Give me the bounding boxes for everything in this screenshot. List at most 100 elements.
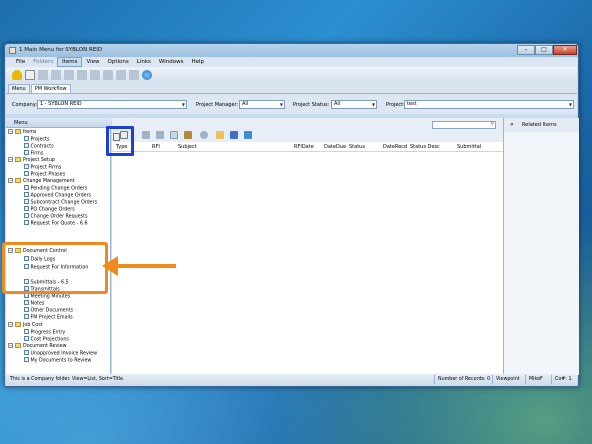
tree-folder-change-management[interactable]: Change Management [23,179,75,184]
cut-icon[interactable] [90,70,100,80]
menu-help[interactable]: Help [187,57,208,67]
app-name: Viewpoint [496,377,520,382]
close-button[interactable]: ✕ [553,45,577,55]
copy-icon[interactable] [142,131,150,139]
menu-options[interactable]: Options [104,57,133,67]
tree-item-project-phases[interactable]: Project Phases [31,173,66,178]
title-bar[interactable]: 1 Main Menu for SYBLON REID – □ ✕ [5,44,578,57]
menu-windows[interactable]: Windows [155,57,188,67]
document-icon [24,150,29,155]
user-name: MikeF [529,377,543,382]
list-view-icon[interactable] [116,70,126,80]
tree-folder-items[interactable]: Items [23,130,36,135]
attach-icon[interactable] [170,131,178,139]
new-document-icon [113,133,120,141]
tree-item-project-firms[interactable]: Project Firms [31,166,62,171]
tab-menu[interactable]: Menu [8,84,30,93]
tree-item-cost-projections[interactable]: Cost Projections [31,338,69,343]
tree-item-contracts[interactable]: Contracts [31,145,54,150]
delete-icon[interactable] [103,70,113,80]
tree-item-change-order-requests[interactable]: Change Order Requests [31,215,88,220]
settings-icon[interactable] [200,131,208,139]
chevron-down-icon: ▼ [568,102,572,107]
highlight-new-button [106,126,134,156]
status-message: This is a Company folder. View=List, Sor… [10,377,125,382]
status-divider [551,375,552,384]
tree-folder-document-review[interactable]: Document Review [23,344,67,349]
tree-item-subcontract-change-orders[interactable]: Subcontract Change Orders [31,201,98,206]
font-icon[interactable] [25,70,35,80]
lock-icon[interactable] [12,70,22,80]
minimize-button[interactable]: – [517,45,535,55]
column-status[interactable]: Status [349,142,365,152]
project-manager-label: Project Manager: [196,102,239,108]
menu-items[interactable]: Items [57,57,83,67]
columns-icon[interactable] [244,131,252,139]
flag-icon[interactable] [230,131,238,139]
related-items-header: » Related Items [504,118,579,132]
expand-panel-icon[interactable]: » [510,118,514,132]
document-icon [24,206,29,211]
tree-item-meeting-minutes[interactable]: Meeting Minutes [31,295,71,300]
column-rfidate[interactable]: RFIDate [294,142,314,152]
collapse-icon[interactable]: − [8,322,13,327]
document-icon [24,143,29,148]
column-daterecd[interactable]: DateRecd [383,142,407,152]
tree-item-unapproved-invoice-review[interactable]: Unapproved Invoice Review [31,352,98,357]
sort-icon[interactable] [129,70,139,80]
document-icon [24,192,29,197]
tree-item-request-for-quote[interactable]: Request For Quote - 6.6 [31,222,88,227]
main-toolbar [6,67,577,83]
column-status-desc[interactable]: Status Desc [410,142,440,152]
project-manager-select[interactable]: All ▼ [239,100,285,109]
status-divider [434,375,435,384]
column-subject[interactable]: Subject [178,142,197,152]
tree-item-firms[interactable]: Firms [31,152,44,157]
project-select[interactable]: test ▼ [404,100,574,109]
tree-item-progress-entry[interactable]: Progress Entry [31,331,66,336]
tree-item-po-change-orders[interactable]: PO Change Orders [31,208,75,213]
collapse-icon[interactable]: − [8,129,13,134]
tree-item-approved-change-orders[interactable]: Approved Change Orders [31,194,92,199]
tree-folder-project-setup[interactable]: Project Setup [23,158,55,163]
tree-item-projects[interactable]: Projects [31,138,50,143]
menu-view[interactable]: View [82,57,103,67]
tree-item-other-documents[interactable]: Other Documents [31,309,74,314]
paste-icon[interactable] [77,70,87,80]
project-status-select[interactable]: All ▼ [331,100,377,109]
tree-item-notes[interactable]: Notes [31,302,45,307]
company-select[interactable]: 1 - SYBLON REID ▼ [37,100,187,109]
document-icon [24,171,29,176]
status-bar: This is a Company folder. View=List, Sor… [6,374,577,385]
tree-item-fm-project-emails[interactable]: FM Project Emails [31,316,73,321]
menu-folders[interactable]: Folders [29,57,57,67]
column-rfi[interactable]: RFI [152,142,160,152]
company-number: Co#: 1 [555,377,572,382]
folder-copy-icon[interactable] [64,70,74,80]
folder-new-icon[interactable] [38,70,48,80]
folder-icon[interactable] [216,131,224,139]
menu-file[interactable]: File [12,57,29,67]
document-icon [24,350,29,355]
company-value: 1 - SYBLON REID [40,101,82,107]
link-icon[interactable] [156,131,164,139]
project-status-value: All [334,101,341,107]
column-submittal[interactable]: Submittal [457,142,481,152]
folder-open-icon[interactable] [51,70,61,80]
tree-folder-job-cost[interactable]: Job Cost [23,323,43,328]
refresh-icon[interactable] [142,70,152,80]
grid-search-input[interactable]: ⚲ [432,121,496,129]
arrow-pointer-icon [102,256,176,276]
column-datedue[interactable]: DateDue [324,142,346,152]
maximize-button[interactable]: □ [535,45,553,55]
collapse-icon[interactable]: − [8,343,13,348]
contacts-icon[interactable] [184,131,192,139]
collapse-icon[interactable]: − [8,178,13,183]
tree-item-my-documents-to-review[interactable]: My Documents to Review [31,359,92,364]
document-icon [24,185,29,190]
collapse-icon[interactable]: − [8,157,13,162]
tab-pm-workflow[interactable]: PM Workflow [30,84,71,93]
tree-item-pending-change-orders[interactable]: Pending Change Orders [31,187,88,192]
folder-icon [15,343,21,348]
menu-links[interactable]: Links [133,57,155,67]
